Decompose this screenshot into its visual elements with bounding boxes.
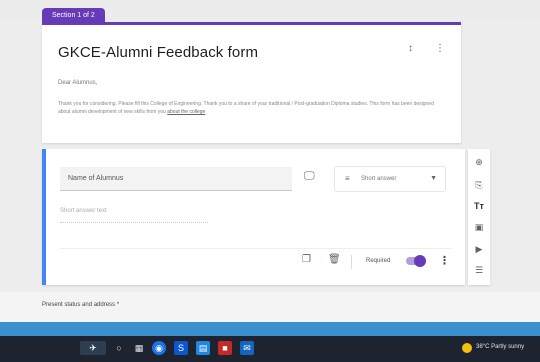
short-text-icon: ≡ — [345, 174, 350, 183]
copy-icon[interactable]: ❐ — [302, 254, 311, 265]
file-explorer-icon[interactable]: ▤ — [196, 341, 210, 355]
form-header-card: GKCE-Alumni Feedback form ↕ ⋮ Dear Alumn… — [42, 22, 461, 143]
required-toggle[interactable] — [406, 255, 426, 267]
form-description: Thank you for considering. Please fill t… — [58, 100, 438, 116]
add-circle-icon[interactable]: ⊕ — [468, 157, 490, 168]
store-icon[interactable]: S — [174, 341, 188, 355]
form-title[interactable]: GKCE-Alumni Feedback form — [58, 44, 258, 61]
media-app-icon[interactable]: ■ — [218, 341, 232, 355]
image-icon[interactable]: 🖵 — [304, 170, 315, 183]
taskbar: ✈ ○ ▦ ◉ S ▤ ■ ✉ 38°C Partly sunny — [0, 336, 540, 362]
short-answer-placeholder: Short answer text — [60, 208, 208, 223]
section-tab: Section 1 of 2 — [42, 8, 105, 23]
question-card[interactable]: Name of Alumnus 🖵 ≡ Short answer ▼ Short… — [42, 149, 465, 285]
app-thumbnail-icon[interactable]: ✈ — [80, 341, 106, 355]
more-vert-icon[interactable]: ⋮ — [439, 254, 450, 267]
question-footer-divider — [60, 248, 451, 249]
text-title-icon[interactable]: Tᴛ — [468, 201, 490, 211]
description-text: Thank you for considering. Please fill t… — [58, 101, 434, 115]
browser-icon[interactable]: ◉ — [152, 341, 166, 355]
toggle-knob — [414, 255, 426, 267]
video-icon[interactable]: ▶ — [468, 244, 490, 255]
section-icon[interactable]: ☰ — [468, 265, 490, 276]
chevron-down-icon: ▼ — [430, 175, 437, 182]
required-label: Required — [366, 258, 391, 264]
task-view-icon[interactable]: ▦ — [132, 341, 146, 355]
search-icon[interactable]: ○ — [112, 341, 126, 355]
question-type-label: Short answer — [361, 176, 397, 182]
question-title-input[interactable]: Name of Alumnus — [60, 167, 292, 191]
window-strip — [0, 322, 540, 336]
form-greeting: Dear Alumnus, — [58, 80, 98, 86]
weather-status: 38°C Partly sunny — [476, 344, 525, 350]
import-icon[interactable]: ⎘ — [468, 180, 490, 191]
image-icon[interactable]: ▣ — [468, 222, 490, 233]
trash-icon[interactable]: 🗑 — [328, 254, 341, 265]
description-link[interactable]: about the college — [167, 109, 205, 115]
weather-icon[interactable] — [462, 343, 472, 353]
footer-separator — [351, 255, 352, 269]
palette-icon[interactable]: ↕ — [408, 43, 413, 54]
floating-toolbar: ⊕ ⎘ Tᴛ ▣ ▶ ☰ — [468, 149, 490, 285]
next-question-title: Present status and address * — [42, 302, 120, 308]
mail-icon[interactable]: ✉ — [240, 341, 254, 355]
question-type-select[interactable]: ≡ Short answer ▼ — [334, 166, 446, 192]
more-vert-icon[interactable]: ⋮ — [435, 43, 445, 54]
